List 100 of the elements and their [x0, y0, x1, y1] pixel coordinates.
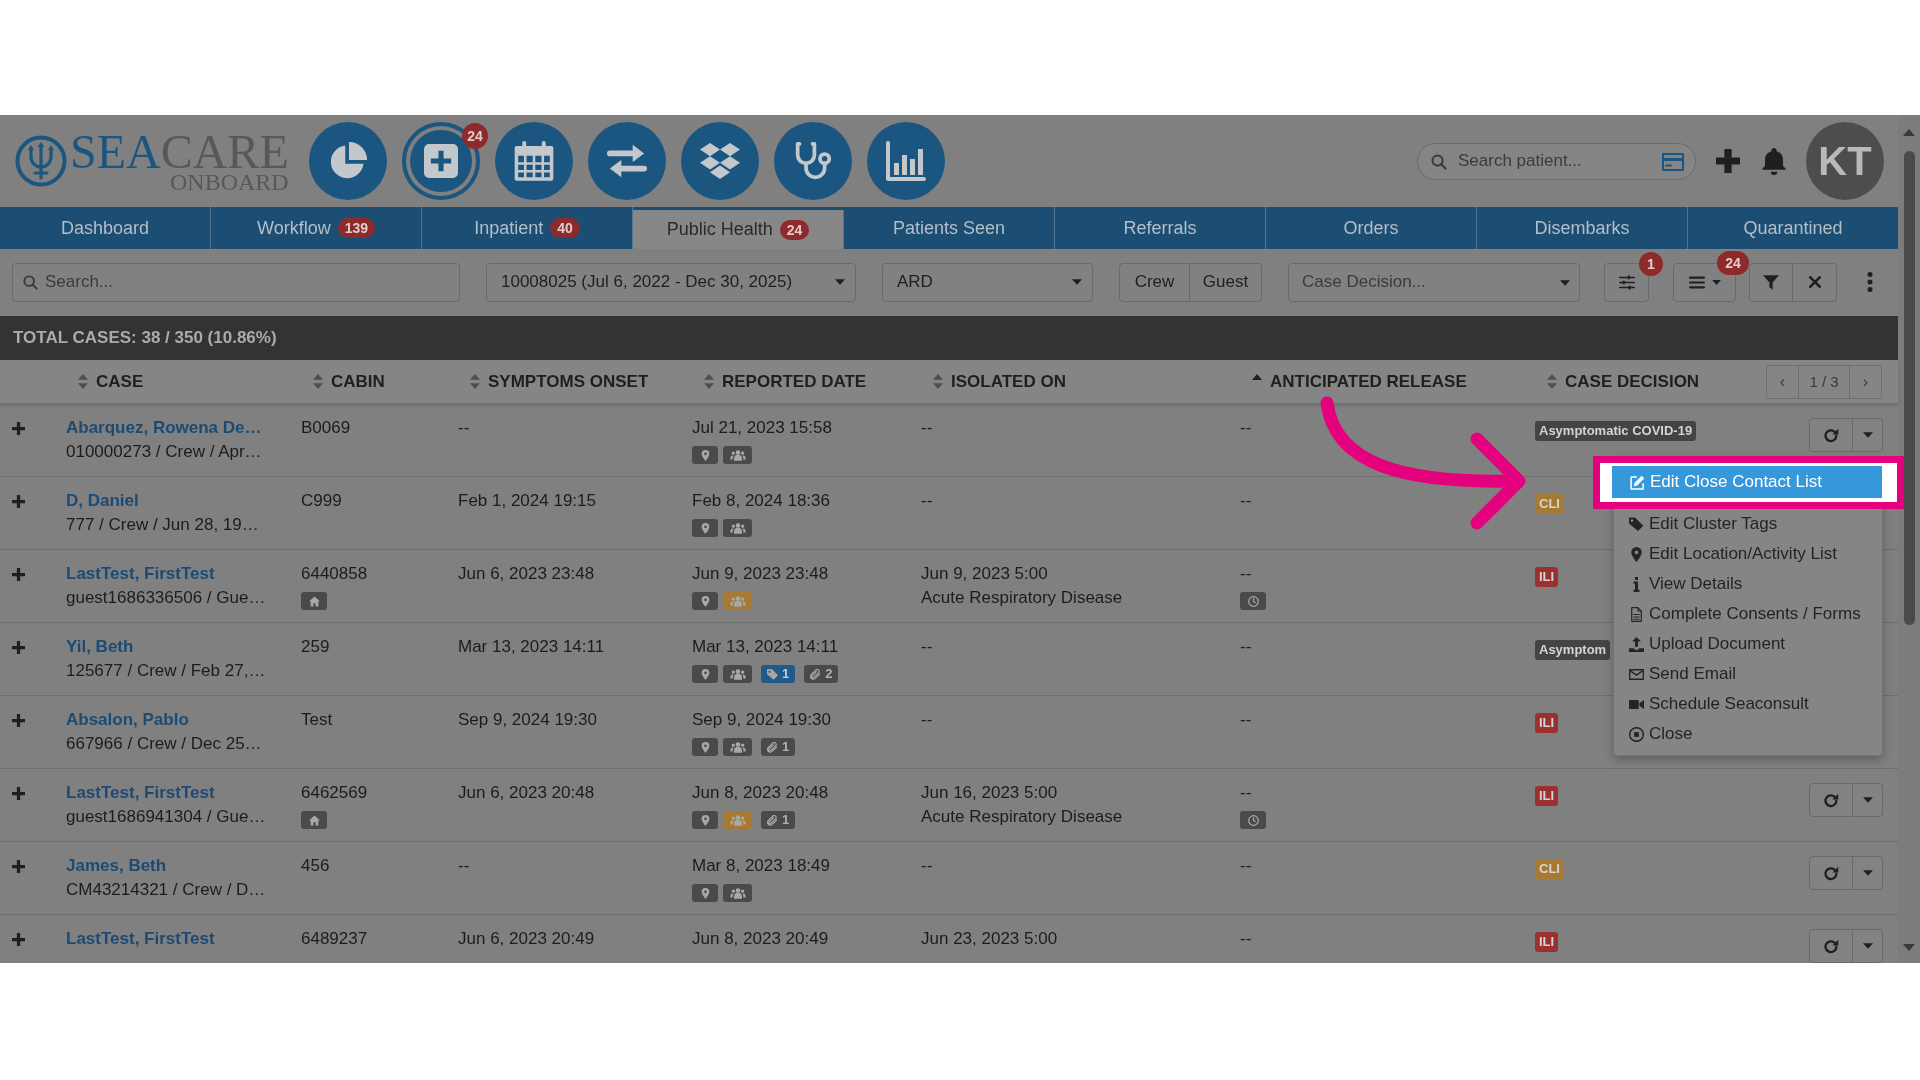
- attachment-count: 1: [782, 738, 790, 756]
- scroll-down-icon[interactable]: [1903, 944, 1915, 951]
- row-menu-button[interactable]: [1853, 783, 1883, 817]
- release-date: --: [1240, 417, 1252, 439]
- case-decision-select[interactable]: Case Decision...: [1288, 262, 1580, 302]
- menu-item[interactable]: View Details: [1614, 569, 1882, 599]
- page-indicator: 1 / 3: [1798, 365, 1850, 398]
- cabin-number: Test: [301, 709, 333, 731]
- patient-name-link[interactable]: Absalon, Pablo: [66, 708, 189, 732]
- paperclip-icon: [767, 741, 778, 753]
- menu-item[interactable]: Send Email: [1614, 659, 1882, 689]
- menu-item[interactable]: Schedule Seaconsult: [1614, 689, 1882, 719]
- column-header[interactable]: CASE DECISION: [1547, 371, 1700, 392]
- user-avatar[interactable]: KT: [1806, 122, 1884, 200]
- menu-item[interactable]: Edit Cluster Tags: [1614, 509, 1882, 539]
- patient-search-field[interactable]: Search patient...: [1417, 142, 1696, 180]
- patient-name-link[interactable]: D, Daniel: [66, 489, 139, 513]
- expand-icon[interactable]: [12, 568, 25, 581]
- isolated-date: --: [921, 417, 933, 439]
- row-menu-button[interactable]: [1853, 856, 1883, 890]
- cabin-number: C999: [301, 490, 342, 512]
- patient-name-link[interactable]: James, Beth: [66, 854, 167, 878]
- column-header[interactable]: CABIN: [313, 371, 385, 392]
- onset-date: Jun 6, 2023 23:48: [458, 563, 595, 585]
- column-header[interactable]: ANTICIPATED RELEASE: [1252, 371, 1467, 392]
- expand-icon[interactable]: [12, 641, 25, 654]
- menu-item[interactable]: Edit Location/Activity List: [1614, 539, 1882, 569]
- column-header[interactable]: CASE: [78, 371, 144, 392]
- clear-filters-button[interactable]: [1793, 262, 1837, 302]
- tab-count: 24: [779, 219, 810, 240]
- expand-icon[interactable]: [12, 422, 25, 435]
- search-icon: [1431, 153, 1447, 170]
- onset-date: --: [458, 855, 470, 877]
- refresh-icon: [1823, 938, 1839, 954]
- isolated-date: Jun 23, 2023 5:00: [921, 928, 1058, 950]
- tags-icon: [1629, 516, 1644, 532]
- expand-icon[interactable]: [12, 495, 25, 508]
- attachment-count: 2: [825, 665, 833, 683]
- isolation-reason: Acute Respiratory Disease: [921, 587, 1123, 609]
- onset-date: Sep 9, 2024 19:30: [458, 709, 597, 731]
- column-header[interactable]: REPORTED DATE: [704, 371, 867, 392]
- case-decision-tag: CLI: [1535, 859, 1564, 879]
- refresh-icon: [1823, 865, 1839, 881]
- release-date: --: [1240, 782, 1252, 804]
- expand-icon[interactable]: [12, 714, 25, 727]
- map-pin-icon: [1629, 546, 1644, 562]
- refresh-button[interactable]: [1809, 783, 1853, 817]
- isolated-date: Jun 16, 2023 5:00: [921, 782, 1058, 804]
- menu-item[interactable]: Close: [1614, 719, 1882, 749]
- tab[interactable]: Public Health 24: [633, 210, 844, 249]
- upload-icon: [1629, 636, 1644, 652]
- patient-name-link[interactable]: Abarquez, Rowena De…: [66, 416, 262, 440]
- isolated-date: --: [921, 855, 933, 877]
- menu-item[interactable]: Edit Close Contact List: [1612, 466, 1882, 498]
- patient-name-link[interactable]: LastTest, FirstTest: [66, 927, 215, 951]
- envelope-icon: [1629, 666, 1644, 682]
- toggle-button[interactable]: Crew: [1119, 262, 1190, 302]
- reported-date: Jun 8, 2023 20:49: [692, 928, 829, 950]
- menu-item[interactable]: Complete Consents / Forms: [1614, 599, 1882, 629]
- bell-icon[interactable]: [1762, 147, 1786, 175]
- expand-icon[interactable]: [12, 933, 25, 946]
- plus-icon[interactable]: [1716, 149, 1740, 173]
- row-menu-button[interactable]: [1853, 418, 1883, 452]
- column-header[interactable]: SYMPTOMS ONSET: [470, 371, 649, 392]
- notification-count: 24: [1717, 250, 1749, 275]
- refresh-button[interactable]: [1809, 856, 1853, 890]
- row-menu-button[interactable]: [1853, 929, 1883, 963]
- voyage-select[interactable]: 10008025 (Jul 6, 2022 - Dec 30, 2025): [486, 262, 856, 302]
- column-settings-button[interactable]: [1604, 262, 1649, 302]
- next-page-button[interactable]: ›: [1850, 365, 1881, 398]
- patient-name-link[interactable]: LastTest, FirstTest: [66, 781, 215, 805]
- isolated-date: Jun 9, 2023 5:00: [921, 563, 1048, 585]
- previous-page-button[interactable]: ‹: [1767, 365, 1798, 398]
- expand-icon[interactable]: [12, 860, 25, 873]
- onset-date: Feb 1, 2024 19:15: [458, 490, 596, 512]
- onset-date: Jun 6, 2023 20:48: [458, 782, 595, 804]
- scrollbar-thumb[interactable]: [1903, 151, 1915, 625]
- filter-button[interactable]: [1749, 262, 1793, 302]
- patient-details: CM43214321 / Crew / D…: [66, 879, 266, 901]
- category-select[interactable]: ARD: [882, 262, 1093, 302]
- tag-count: 1: [782, 665, 790, 683]
- refresh-button[interactable]: [1809, 929, 1853, 963]
- tab-count: 139: [337, 218, 375, 238]
- refresh-button[interactable]: [1809, 418, 1853, 452]
- release-date: --: [1240, 563, 1252, 585]
- notification-count: 24: [462, 123, 488, 149]
- patient-name-link[interactable]: LastTest, FirstTest: [66, 562, 215, 586]
- cabin-number: 6489237: [301, 928, 368, 950]
- expand-icon[interactable]: [12, 787, 25, 800]
- column-header[interactable]: ISOLATED ON: [933, 371, 1066, 392]
- search-field[interactable]: Search...: [12, 262, 460, 302]
- reported-date: Mar 8, 2023 18:49: [692, 855, 830, 877]
- patient-name-link[interactable]: Yil, Beth: [66, 635, 134, 659]
- paperclip-icon: [810, 668, 822, 680]
- more-vertical-icon[interactable]: [1867, 272, 1873, 292]
- caret-icon: [835, 279, 845, 285]
- scroll-up-icon[interactable]: [1903, 129, 1915, 136]
- reported-date: Mar 13, 2023 14:11: [692, 636, 839, 658]
- toggle-button[interactable]: Guest: [1190, 262, 1262, 302]
- menu-item[interactable]: Upload Document: [1614, 629, 1882, 659]
